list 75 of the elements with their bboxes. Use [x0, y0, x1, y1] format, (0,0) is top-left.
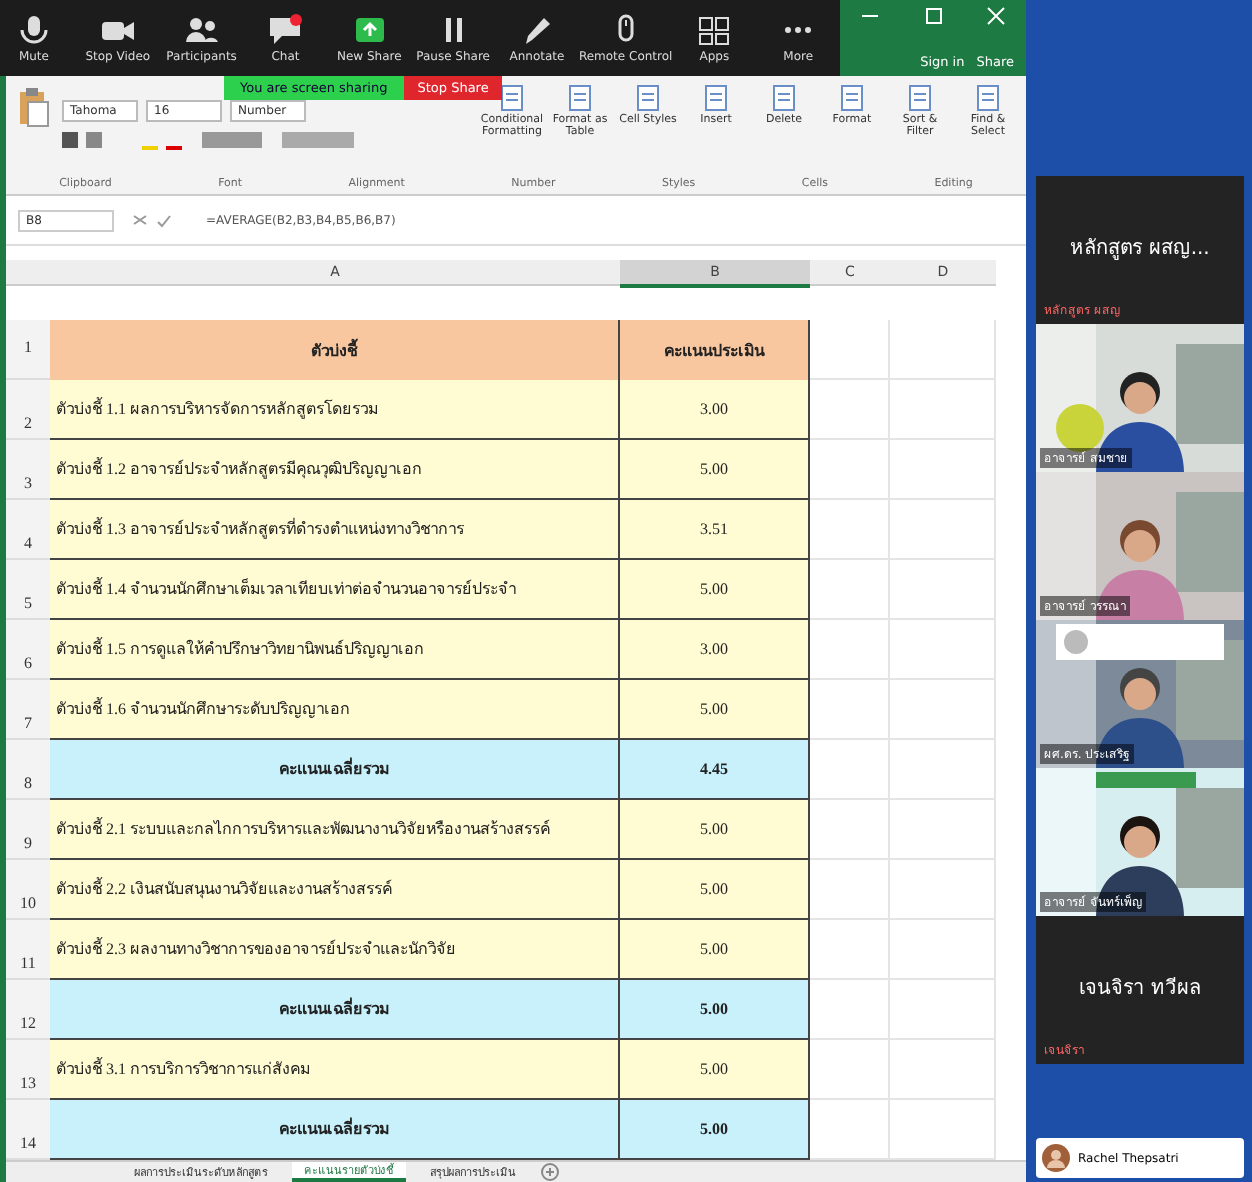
table-cell: คะแนนเฉลี่ยรวม [50, 980, 620, 1040]
table-cell: 5.00 [620, 980, 810, 1040]
table-cell: ตัวบ่งชี้ 1.6 จำนวนนักศึกษาระดับปริญญาเอก [50, 680, 620, 740]
sheet-icon [634, 84, 662, 112]
sheet-icon [974, 84, 1002, 112]
row-number: 11 [6, 920, 50, 980]
table-cell: คะแนนเฉลี่ยรวม [50, 740, 620, 800]
empty-cell [890, 380, 996, 440]
empty-cell [890, 440, 996, 500]
empty-cell [890, 800, 996, 860]
row-number: 3 [6, 440, 50, 500]
row-number: 10 [6, 860, 50, 920]
participants-icon [183, 13, 220, 45]
microphone-icon [15, 13, 52, 45]
empty-cell [890, 860, 996, 920]
table-cell: 3.00 [620, 620, 810, 680]
empty-cell [890, 980, 996, 1040]
row-number: 9 [6, 800, 50, 860]
table-cell: ตัวบ่งชี้ 2.3 ผลงานทางวิชาการของอาจารย์ประจำและนักวิจัย [50, 920, 620, 980]
table-cell: ตัวบ่งชี้ [50, 320, 620, 382]
sheet-icon [838, 84, 866, 112]
row-number: 2 [6, 380, 50, 440]
empty-cell [890, 680, 996, 740]
sheet-icon [702, 84, 730, 112]
empty-cell [890, 320, 996, 380]
table-cell: ตัวบ่งชี้ 1.1 ผลการบริหารจัดการหลักสูตรโดยรวม [50, 380, 620, 440]
chat-icon [267, 13, 304, 45]
sheet-icon [906, 84, 934, 112]
table-cell: 5.00 [620, 440, 810, 500]
avatar-icon [1042, 1144, 1070, 1172]
participant-name: เจนจิรา ทวีผล [1076, 975, 1204, 1002]
row-number: 12 [6, 980, 50, 1040]
table-cell: ตัวบ่งชี้ 2.2 เงินสนับสนุนงานวิจัยและงานสร้างสรรค์ [50, 860, 620, 920]
table-cell: 3.00 [620, 380, 810, 440]
table-cell: 5.00 [620, 1100, 810, 1160]
table-cell: ตัวบ่งชี้ 1.5 การดูแลให้คำปรึกษาวิทยานิพนธ์ปริญญาเอก [50, 620, 620, 680]
empty-cell [890, 560, 996, 620]
row-number: 8 [6, 740, 50, 800]
sheet-icon [498, 84, 526, 112]
table-cell: ตัวบ่งชี้ 2.1 ระบบและกลไกการบริหารและพัฒนางานวิจัยหรืองานสร้างสรรค์ [50, 800, 620, 860]
empty-cell [890, 740, 996, 800]
sheet-icon [566, 84, 594, 112]
row-number: 4 [6, 500, 50, 560]
empty-cell [890, 1040, 996, 1100]
table-cell: ตัวบ่งชี้ 1.2 อาจารย์ประจำหลักสูตรมีคุณวุฒิปริญญาเอก [50, 440, 620, 500]
row-number: 7 [6, 680, 50, 740]
row-number: 6 [6, 620, 50, 680]
more-icon [784, 25, 813, 33]
apps-icon [696, 13, 733, 45]
table-cell: ตัวบ่งชี้ 1.3 อาจารย์ประจำหลักสูตรที่ดำรงตำแหน่งทางวิชาการ [50, 500, 620, 560]
table-cell: 5.00 [620, 860, 810, 920]
row-number: 5 [6, 560, 50, 620]
row-number: 1 [6, 320, 50, 380]
table-cell: ตัวบ่งชี้ 3.1 การบริการวิชาการแก่สังคม [50, 1040, 620, 1100]
maximize-icon[interactable] [923, 6, 943, 26]
share-icon [351, 13, 388, 45]
table-cell: คะแนนเฉลี่ยรวม [50, 1100, 620, 1160]
table-cell: 5.00 [620, 680, 810, 740]
empty-cell [890, 920, 996, 980]
row-number: 13 [6, 1040, 50, 1100]
sheet-icon [770, 84, 798, 112]
close-icon[interactable] [986, 6, 1006, 26]
participant-name: หลักสูตร ผสญ... [1068, 236, 1212, 262]
table-cell: 5.00 [620, 560, 810, 620]
empty-cell [890, 500, 996, 560]
table-cell: ตัวบ่งชี้ 1.4 จำนวนนักศึกษาเต็มเวลาเทียบเท่าต่อจำนวนอาจารย์ประจำ [50, 560, 620, 620]
table-cell: 5.00 [620, 920, 810, 980]
table-cell: 3.51 [620, 500, 810, 560]
add-sheet-icon [540, 1162, 560, 1182]
table-cell: 5.00 [620, 1040, 810, 1100]
table-cell: คะแนนประเมิน [620, 320, 810, 382]
table-cell: 4.45 [620, 740, 810, 800]
empty-cell [890, 620, 996, 680]
table-cell: 5.00 [620, 800, 810, 860]
row-number: 14 [6, 1100, 50, 1160]
